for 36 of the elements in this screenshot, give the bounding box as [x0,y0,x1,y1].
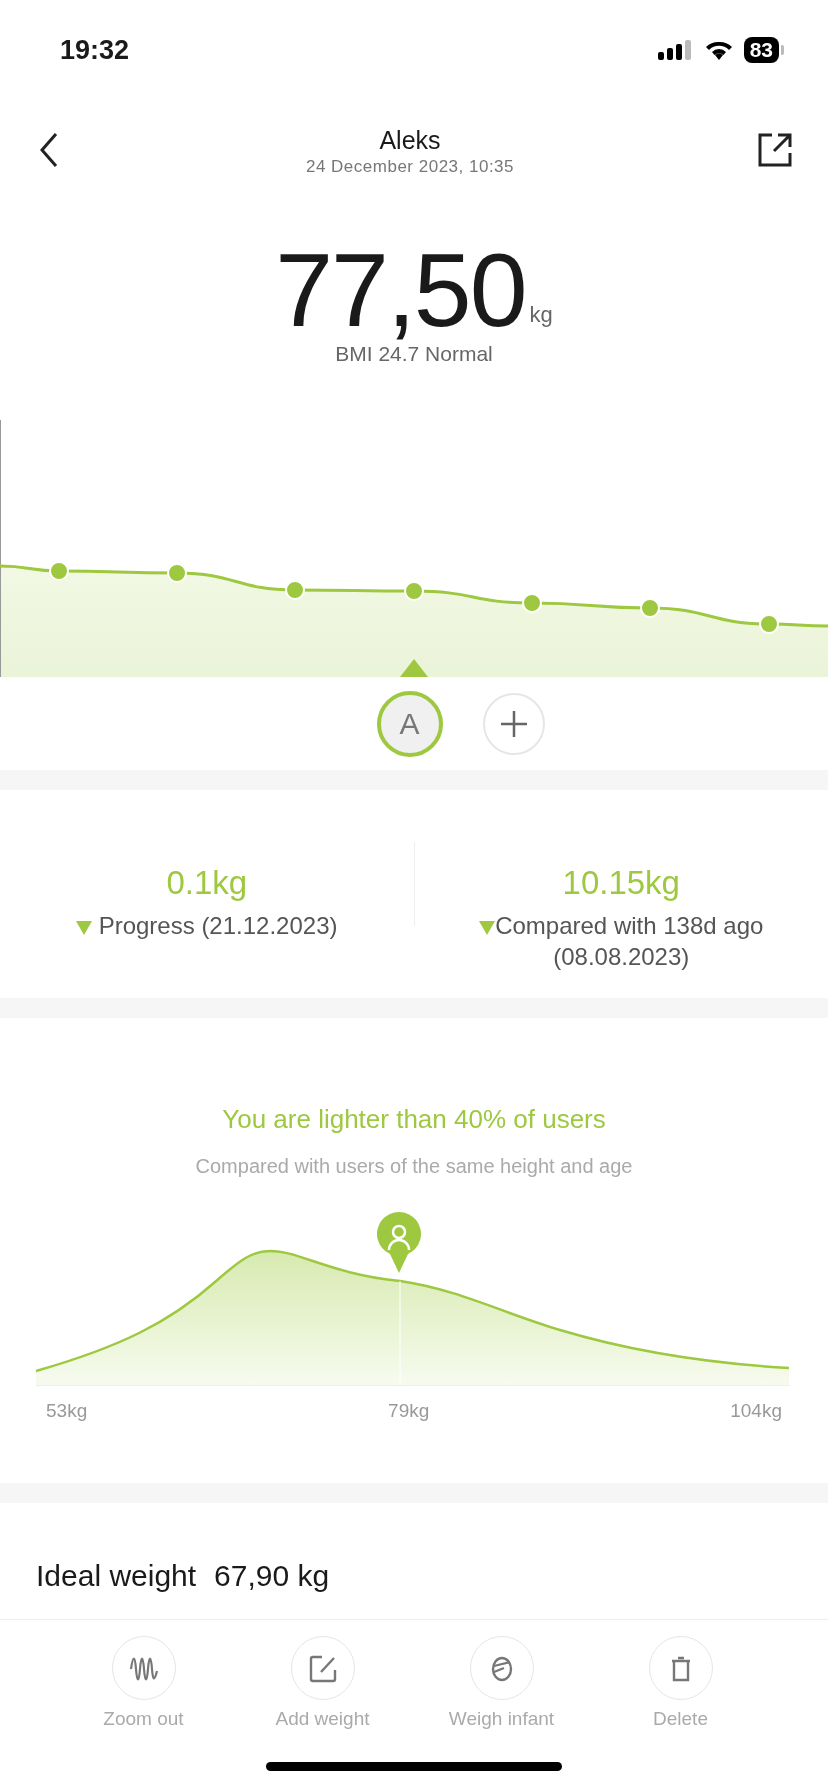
data-point[interactable] [640,598,660,618]
weight-value: 77,50 [275,238,526,342]
stat-value: 0.1kg [166,864,248,901]
stat-value: 10.15kg [562,864,680,901]
data-point[interactable] [49,561,69,581]
data-point[interactable] [522,593,542,613]
data-point[interactable] [404,581,424,601]
comparison-subtitle: Compared with users of the same height and age [195,1155,633,1178]
weight-unit: kg [529,302,553,328]
signal-icon [657,38,694,62]
ideal-weight-label: Ideal weight [36,1559,197,1593]
data-point[interactable] [167,563,187,583]
toolbar-button[interactable]: Weigh infant [412,1636,591,1730]
toolbar-button[interactable]: Add weight [233,1636,412,1730]
axis-label: 53kg [46,1400,88,1422]
ideal-weight-value: 67,90 kg [214,1559,330,1593]
user-name: Aleks [378,125,442,156]
axis-label: 104kg [730,1400,782,1422]
data-point[interactable] [759,614,779,634]
stat-label: Compared with 138d ago (08.08.2023) [495,912,764,970]
share-icon[interactable] [756,131,794,169]
toolbar-button[interactable]: Delete [591,1636,770,1730]
axis-label: 79kg [388,1400,430,1422]
down-triangle-icon [479,919,496,935]
data-point[interactable] [285,580,305,600]
down-triangle-icon [76,919,92,935]
profile-avatar[interactable]: A [376,690,443,757]
bmi-text: BMI 24.7 Normal [335,342,493,365]
status-time: 19:32 [60,34,130,66]
stat-label: Progress (21.12.2023) [98,912,338,939]
plus-icon [499,709,528,738]
selection-marker [400,659,428,677]
measurement-date: 24 December 2023, 10:35 [305,157,515,177]
toolbar-button[interactable]: Zoom out [54,1636,233,1730]
user-pin-icon [377,1211,421,1273]
comparison-title: You are lighter than 40% of users [222,1104,606,1134]
